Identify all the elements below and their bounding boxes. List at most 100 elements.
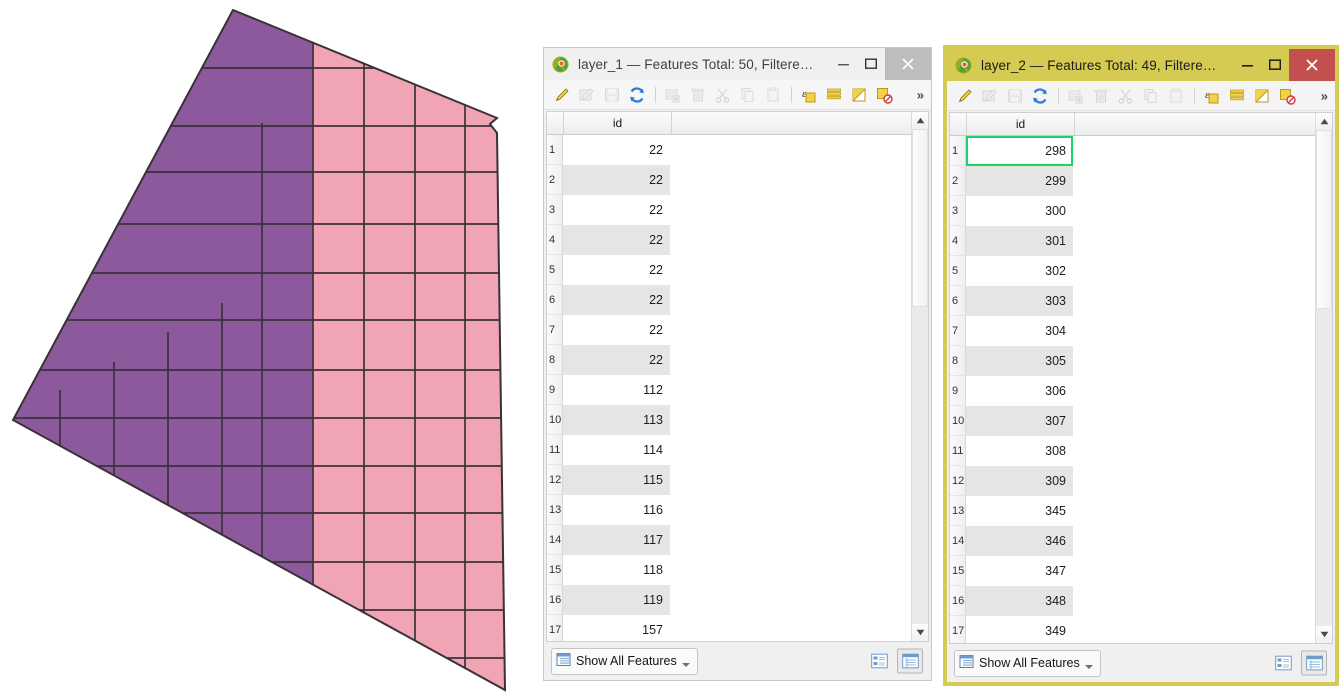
cell-id[interactable]: 348: [966, 586, 1073, 616]
cell-id[interactable]: 112: [563, 375, 670, 405]
cell-id[interactable]: 300: [966, 196, 1073, 226]
cell-id[interactable]: 347: [966, 556, 1073, 586]
table-row[interactable]: 2 22: [547, 165, 911, 195]
table-row[interactable]: 15 118: [547, 555, 911, 585]
attribute-table-window-layer-2[interactable]: layer_2 — Features Total: 49, Filtere… ε…: [943, 45, 1339, 686]
invert-selection-icon[interactable]: [847, 83, 870, 106]
cell-id[interactable]: 301: [966, 226, 1073, 256]
toggle-editing-icon[interactable]: [550, 83, 573, 106]
chevron-down-icon[interactable]: [681, 662, 690, 667]
chevron-down-icon[interactable]: [1084, 664, 1093, 669]
table-corner-header[interactable]: [950, 113, 967, 135]
cell-id[interactable]: 308: [966, 436, 1073, 466]
table-row[interactable]: 8 305: [950, 346, 1315, 376]
cell-id[interactable]: 119: [563, 585, 670, 615]
row-number[interactable]: 4: [547, 225, 563, 255]
cell-id[interactable]: 22: [563, 315, 670, 345]
row-number[interactable]: 1: [547, 135, 563, 165]
form-view-icon[interactable]: [1270, 651, 1296, 676]
row-number[interactable]: 15: [950, 556, 966, 586]
vertical-scrollbar[interactable]: [911, 112, 928, 641]
attribute-table-toolbar[interactable]: ε »: [544, 80, 931, 110]
cell-id[interactable]: 303: [966, 286, 1073, 316]
title-bar[interactable]: layer_2 — Features Total: 49, Filtere…: [947, 49, 1335, 81]
minimize-icon[interactable]: [1233, 49, 1261, 81]
table-row[interactable]: 4 301: [950, 226, 1315, 256]
scrollbar-track[interactable]: [1316, 130, 1332, 626]
title-bar[interactable]: layer_1 — Features Total: 50, Filtere…: [544, 48, 931, 80]
toolbar-overflow-button[interactable]: »: [1321, 89, 1328, 102]
row-number[interactable]: 3: [547, 195, 563, 225]
row-number[interactable]: 14: [950, 526, 966, 556]
status-bar[interactable]: Show All Features: [947, 644, 1335, 682]
cell-id[interactable]: 346: [966, 526, 1073, 556]
row-number[interactable]: 7: [950, 316, 966, 346]
row-number[interactable]: 2: [547, 165, 563, 195]
scroll-down-arrow-icon[interactable]: [1316, 626, 1332, 643]
row-number[interactable]: 12: [547, 465, 563, 495]
column-header-id[interactable]: id: [564, 112, 672, 134]
row-number[interactable]: 6: [950, 286, 966, 316]
cell-id[interactable]: 157: [563, 615, 670, 641]
cell-id[interactable]: 22: [563, 195, 670, 225]
table-row[interactable]: 15 347: [950, 556, 1315, 586]
row-number[interactable]: 7: [547, 315, 563, 345]
row-number[interactable]: 13: [547, 495, 563, 525]
cell-id[interactable]: 22: [563, 165, 670, 195]
table-row[interactable]: 13 345: [950, 496, 1315, 526]
row-number[interactable]: 4: [950, 226, 966, 256]
cell-id[interactable]: 114: [563, 435, 670, 465]
row-number[interactable]: 2: [950, 166, 966, 196]
table-row[interactable]: 16 119: [547, 585, 911, 615]
cell-id[interactable]: 113: [563, 405, 670, 435]
cell-id[interactable]: 305: [966, 346, 1073, 376]
cell-id[interactable]: 345: [966, 496, 1073, 526]
row-number[interactable]: 16: [547, 585, 563, 615]
column-header-id[interactable]: id: [967, 113, 1075, 135]
row-number[interactable]: 10: [547, 405, 563, 435]
row-number[interactable]: 10: [950, 406, 966, 436]
select-by-expression-icon[interactable]: ε: [797, 83, 820, 106]
minimize-icon[interactable]: [829, 48, 857, 80]
table-row[interactable]: 1 22: [547, 135, 911, 165]
cell-id[interactable]: 115: [563, 465, 670, 495]
table-row[interactable]: 8 22: [547, 345, 911, 375]
table-row[interactable]: 13 116: [547, 495, 911, 525]
vertical-scrollbar[interactable]: [1315, 113, 1332, 643]
table-row[interactable]: 9 112: [547, 375, 911, 405]
row-number[interactable]: 17: [950, 616, 966, 643]
select-all-icon[interactable]: [1225, 84, 1248, 107]
scrollbar-track-lower[interactable]: [912, 307, 928, 624]
select-all-icon[interactable]: [822, 83, 845, 106]
row-number[interactable]: 5: [547, 255, 563, 285]
deselect-all-icon[interactable]: [872, 83, 895, 106]
row-number[interactable]: 3: [950, 196, 966, 226]
table-row[interactable]: 16 348: [950, 586, 1315, 616]
row-number[interactable]: 1: [950, 136, 966, 166]
select-by-expression-icon[interactable]: ε: [1200, 84, 1223, 107]
row-number[interactable]: 12: [950, 466, 966, 496]
cell-id[interactable]: 299: [966, 166, 1073, 196]
scrollbar-thumb[interactable]: [1316, 130, 1332, 309]
table-row[interactable]: 10 307: [950, 406, 1315, 436]
row-number[interactable]: 11: [950, 436, 966, 466]
attribute-table[interactable]: id 1 298 2 299 3 300 4 301 5 302 6 303 7 304 8 305 9 306 1…: [949, 112, 1333, 644]
reload-icon[interactable]: [1028, 84, 1051, 107]
table-row[interactable]: 7 22: [547, 315, 911, 345]
row-number[interactable]: 9: [547, 375, 563, 405]
row-number[interactable]: 8: [547, 345, 563, 375]
attribute-table[interactable]: id 1 22 2 22 3 22 4 22 5 22 6 22 7 22 8 22 9 112 10 113 11 11…: [546, 111, 929, 642]
cell-id[interactable]: 22: [563, 255, 670, 285]
scrollbar-thumb[interactable]: [912, 129, 928, 308]
row-number[interactable]: 11: [547, 435, 563, 465]
table-row[interactable]: 7 304: [950, 316, 1315, 346]
table-row[interactable]: 3 22: [547, 195, 911, 225]
table-row[interactable]: 11 308: [950, 436, 1315, 466]
cell-id[interactable]: 117: [563, 525, 670, 555]
table-row[interactable]: 2 299: [950, 166, 1315, 196]
cell-id[interactable]: 306: [966, 376, 1073, 406]
toggle-editing-icon[interactable]: [953, 84, 976, 107]
show-all-features-button[interactable]: Show All Features: [551, 647, 698, 675]
table-row[interactable]: 9 306: [950, 376, 1315, 406]
cell-id[interactable]: 22: [563, 225, 670, 255]
